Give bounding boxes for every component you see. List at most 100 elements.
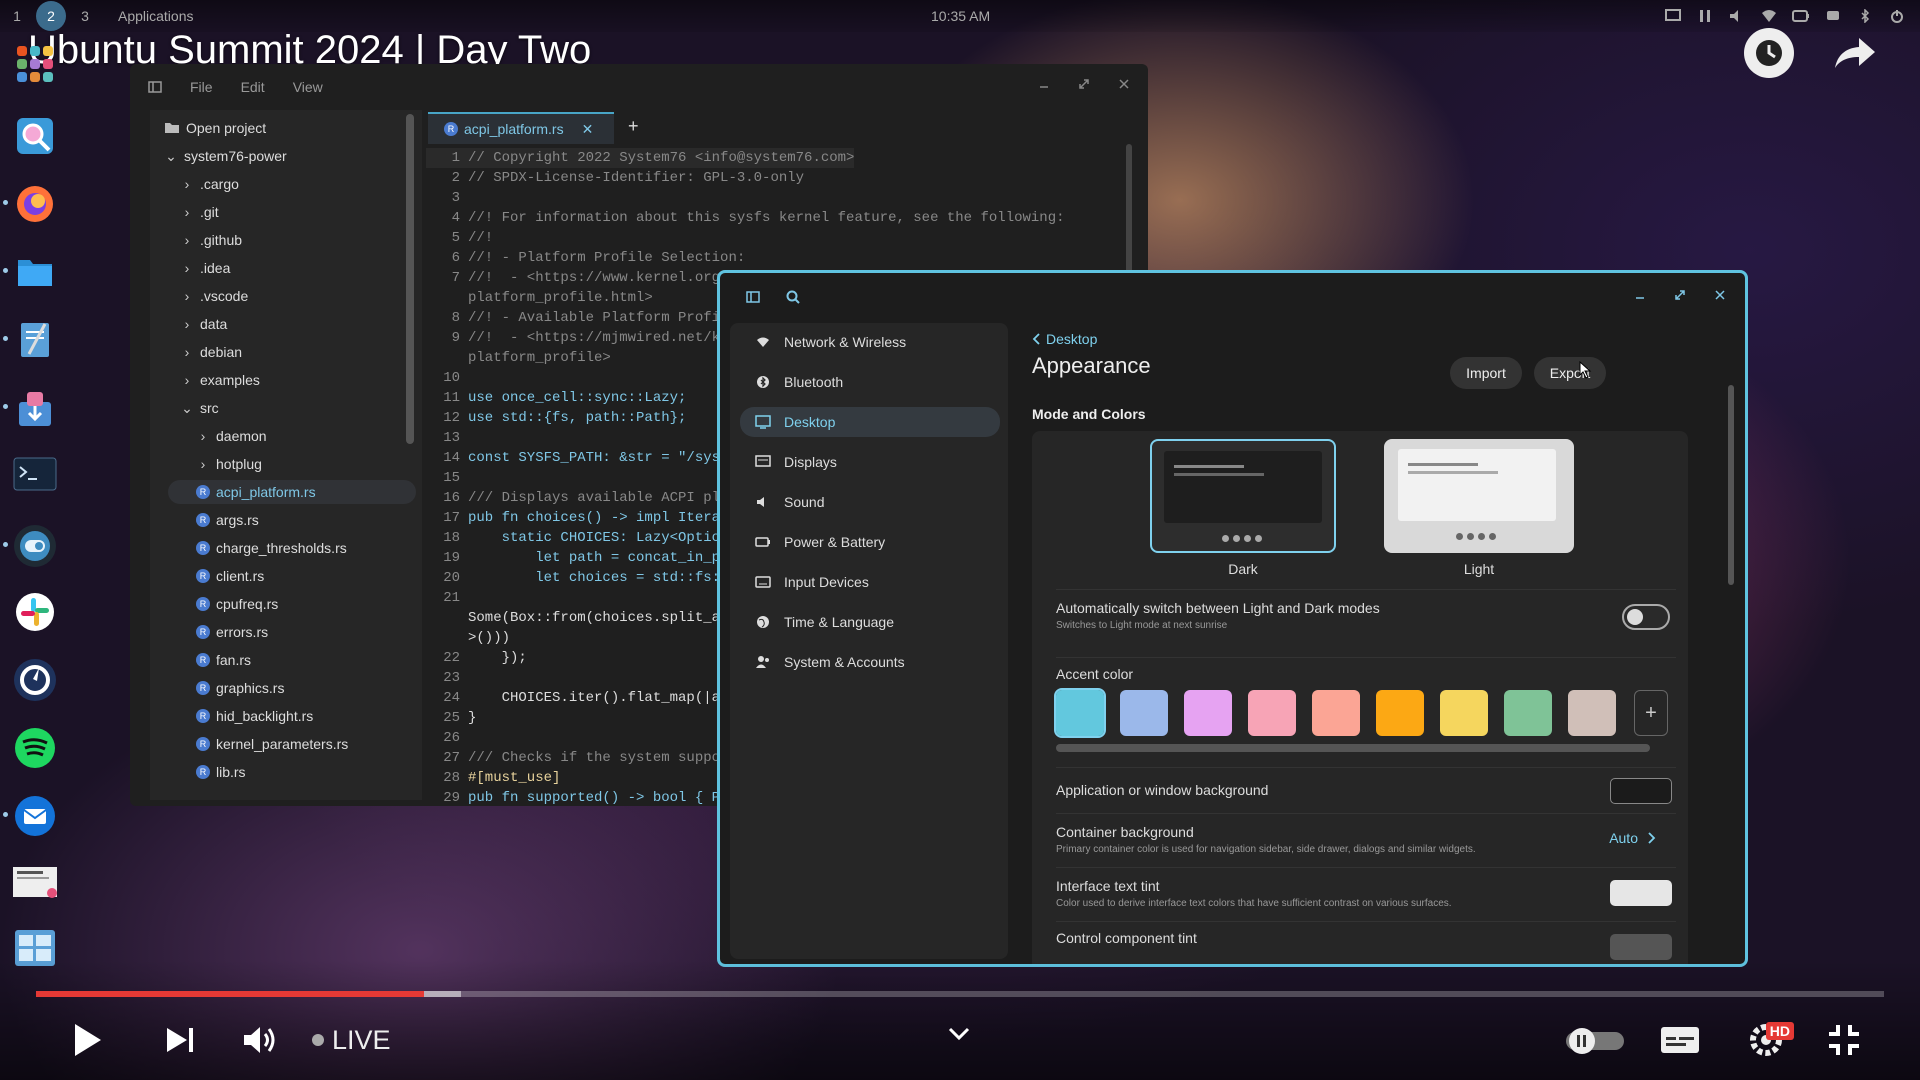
nav-power-battery[interactable]: Power & Battery <box>740 527 1000 557</box>
search-app-icon[interactable] <box>11 112 59 160</box>
minimize-icon[interactable] <box>1038 78 1050 90</box>
accent-scrollbar[interactable] <box>1056 744 1650 752</box>
accent-swatch[interactable] <box>1568 690 1616 736</box>
exit-fullscreen-icon[interactable] <box>1826 1022 1862 1058</box>
workspace-1-button[interactable]: 1 <box>2 1 32 31</box>
tree-folder-github[interactable]: › .github <box>180 228 242 252</box>
breadcrumb[interactable]: Desktop <box>1032 331 1097 347</box>
store-icon[interactable] <box>11 384 59 432</box>
volume-icon[interactable] <box>1726 6 1748 26</box>
pause-icon[interactable] <box>1694 6 1716 26</box>
accent-swatch[interactable] <box>1054 688 1106 738</box>
accent-swatch[interactable] <box>1504 690 1552 736</box>
tree-file[interactable]: Rcpufreq.rs <box>196 592 278 616</box>
menu-file[interactable]: File <box>190 79 213 95</box>
nav-system-accounts[interactable]: System & Accounts <box>740 647 1000 677</box>
mode-light-option[interactable] <box>1384 439 1574 553</box>
spotify-icon[interactable] <box>11 724 59 772</box>
tree-file[interactable]: Rcharge_thresholds.rs <box>196 536 347 560</box>
minimize-icon[interactable] <box>1634 289 1646 301</box>
tree-scrollbar[interactable] <box>406 114 414 444</box>
firefox-icon[interactable] <box>11 180 59 228</box>
subtitles-icon[interactable] <box>1660 1022 1700 1058</box>
tab-acpi-platform[interactable]: R acpi_platform.rs ✕ <box>428 112 614 144</box>
settings-sidebar-toggle-icon[interactable] <box>746 291 760 303</box>
container-background-select[interactable]: Auto <box>1609 830 1656 846</box>
nav-input-devices[interactable]: Input Devices <box>740 567 1000 597</box>
tree-folder-data[interactable]: › data <box>180 312 228 336</box>
close-icon[interactable] <box>1714 289 1726 301</box>
watch-later-icon[interactable] <box>1744 28 1794 78</box>
settings-gear-icon[interactable]: HD <box>1744 1018 1794 1058</box>
settings-scrollbar[interactable] <box>1728 385 1734 585</box>
tree-file[interactable]: Rhid_backlight.rs <box>196 704 313 728</box>
tree-file[interactable]: Rgraphics.rs <box>196 676 284 700</box>
nav-desktop[interactable]: Desktop <box>740 407 1000 437</box>
new-tab-button[interactable]: + <box>628 116 639 137</box>
workspace-3-button[interactable]: 3 <box>70 1 100 31</box>
clock[interactable]: 10:35 AM <box>931 8 990 24</box>
tree-file[interactable]: Rerrors.rs <box>196 620 268 644</box>
tab-close-icon[interactable]: ✕ <box>582 121 594 138</box>
live-indicator[interactable]: LIVE <box>312 1024 391 1056</box>
text-tint-swatch[interactable] <box>1610 880 1672 906</box>
tree-folder-examples[interactable]: › examples <box>180 368 260 392</box>
maximize-icon[interactable] <box>1078 78 1090 90</box>
power-icon[interactable] <box>1886 6 1908 26</box>
tree-folder-vscode[interactable]: › .vscode <box>180 284 249 308</box>
tree-file[interactable]: Rkernel_parameters.rs <box>196 732 348 756</box>
files-icon[interactable] <box>11 248 59 296</box>
mattermost-icon[interactable] <box>11 656 59 704</box>
import-button[interactable]: Import <box>1450 357 1522 389</box>
wifi-icon[interactable] <box>1758 6 1780 26</box>
chevron-down-icon[interactable] <box>944 1022 974 1046</box>
slack-icon[interactable] <box>11 588 59 636</box>
tree-folder-idea[interactable]: › .idea <box>180 256 231 280</box>
maximize-icon[interactable] <box>1674 289 1686 301</box>
open-project-button[interactable]: Open project <box>164 116 266 140</box>
nav-sound[interactable]: Sound <box>740 487 1000 517</box>
nav-bluetooth[interactable]: Bluetooth <box>740 367 1000 397</box>
volume-button[interactable] <box>240 1022 280 1058</box>
tree-folder-src[interactable]: ⌄ src <box>180 396 219 420</box>
next-button[interactable] <box>162 1022 198 1058</box>
accent-swatch[interactable] <box>1440 690 1488 736</box>
battery-icon[interactable] <box>1790 6 1812 26</box>
video-progress-bar[interactable] <box>36 991 1884 997</box>
bluetooth-icon[interactable] <box>1854 6 1876 26</box>
nav-network-wireless[interactable]: Network & Wireless <box>740 327 1000 357</box>
tree-file[interactable]: Rclient.rs <box>196 564 264 588</box>
screenshot-icon[interactable] <box>11 858 59 906</box>
accent-swatch[interactable] <box>1184 690 1232 736</box>
settings-app-icon[interactable] <box>11 522 59 570</box>
sidebar-toggle-icon[interactable] <box>148 81 162 93</box>
auto-switch-toggle[interactable] <box>1622 604 1670 630</box>
tree-folder-hotplug[interactable]: › hotplug <box>196 452 262 476</box>
tree-folder-cargo[interactable]: › .cargo <box>180 172 239 196</box>
tree-file[interactable]: Rfan.rs <box>196 648 251 672</box>
tree-file[interactable]: Rlib.rs <box>196 760 246 784</box>
play-button[interactable] <box>68 1018 108 1062</box>
terminal-icon[interactable] <box>11 450 59 498</box>
mode-dark-option[interactable] <box>1150 439 1336 553</box>
accent-swatch[interactable] <box>1120 690 1168 736</box>
workspace-2-button[interactable]: 2 <box>36 1 66 31</box>
settings-search-icon[interactable] <box>786 290 800 304</box>
menu-view[interactable]: View <box>293 79 323 95</box>
tree-file[interactable]: Rargs.rs <box>196 508 259 532</box>
control-tint-swatch[interactable] <box>1610 934 1672 960</box>
accent-swatch[interactable] <box>1312 690 1360 736</box>
menu-edit[interactable]: Edit <box>241 79 265 95</box>
launcher-icon[interactable] <box>11 40 59 88</box>
tree-folder-debian[interactable]: › debian <box>180 340 242 364</box>
screen-icon[interactable] <box>1662 6 1684 26</box>
app-background-swatch[interactable] <box>1610 778 1672 804</box>
share-icon[interactable] <box>1830 28 1880 78</box>
autoplay-toggle[interactable] <box>1564 1026 1626 1056</box>
close-icon[interactable] <box>1118 78 1130 90</box>
accent-swatch[interactable] <box>1376 690 1424 736</box>
add-color-button[interactable]: + <box>1634 690 1668 736</box>
accent-swatch[interactable] <box>1248 690 1296 736</box>
text-editor-icon[interactable] <box>11 316 59 364</box>
notification-icon[interactable] <box>1822 6 1844 26</box>
